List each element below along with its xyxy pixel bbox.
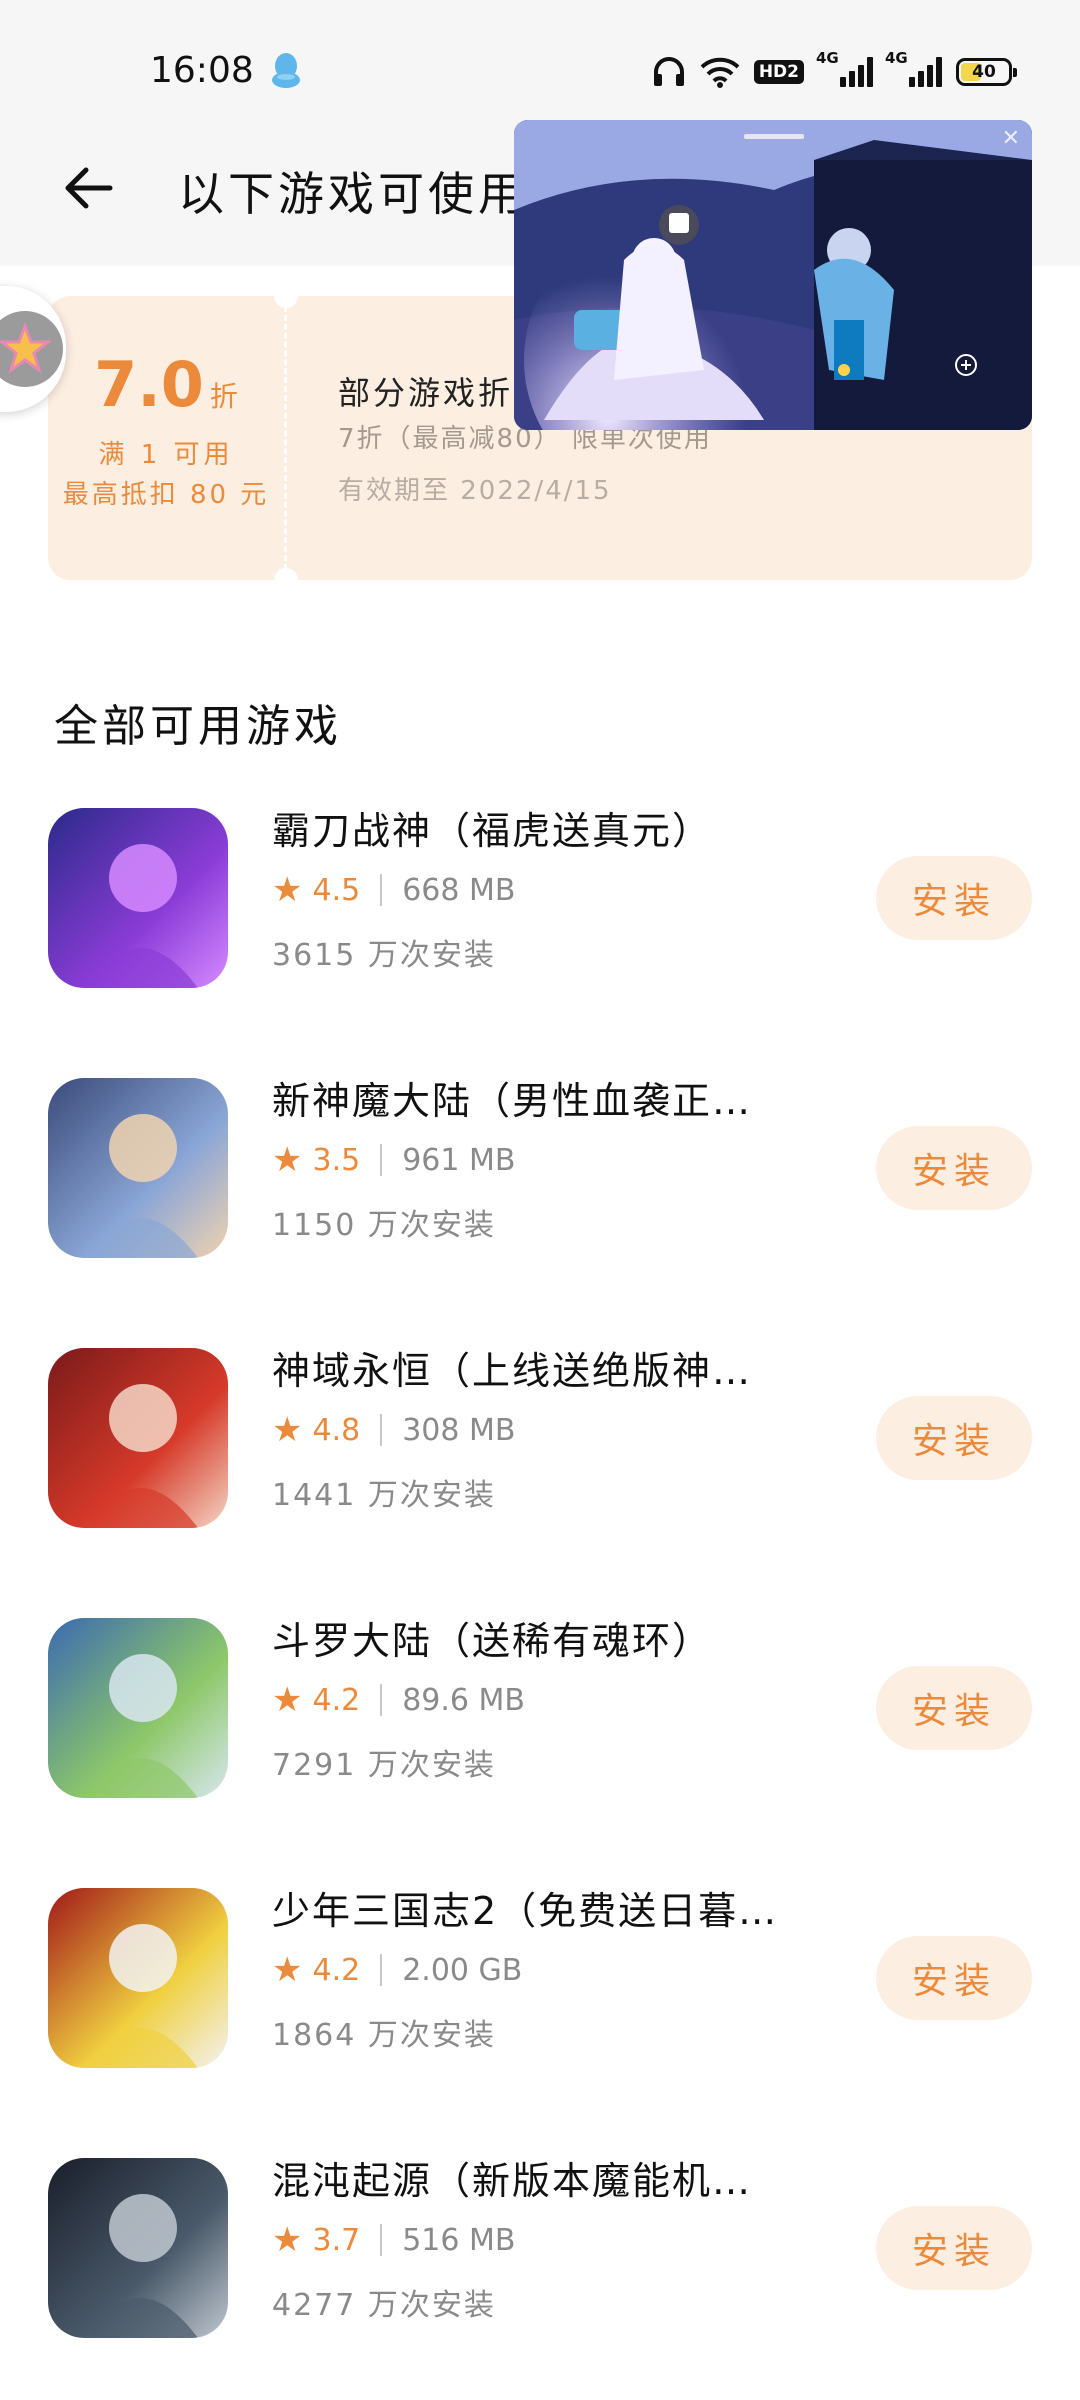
game-name[interactable]: 少年三国志2（免费送日暮… <box>272 1880 792 1935</box>
game-rating: 3.7 <box>312 2222 361 2258</box>
star-icon: ★ <box>272 1680 303 1720</box>
game-rating: 3.5 <box>312 1142 361 1178</box>
game-meta: ★ 4.5 668 MB <box>272 870 515 910</box>
game-list-item[interactable]: 斗罗大陆（送稀有魂环） ★ 4.2 89.6 MB 7291 万次安装 安装 <box>0 1610 1080 1800</box>
coupon-condition: 满 1 可用 <box>98 440 234 470</box>
meta-separator <box>380 1144 383 1176</box>
game-icon[interactable] <box>48 1078 228 1258</box>
game-meta: ★ 4.2 2.00 GB <box>272 1950 522 1990</box>
meta-separator <box>380 1414 383 1446</box>
close-icon[interactable]: ✕ <box>1002 126 1020 151</box>
install-button[interactable]: 安装 <box>876 856 1032 940</box>
install-button[interactable]: 安装 <box>876 1126 1032 1210</box>
game-install-count: 3615 万次安装 <box>272 938 496 973</box>
star-icon: ★ <box>272 2220 303 2260</box>
game-list-item[interactable]: 少年三国志2（免费送日暮… ★ 4.2 2.00 GB 1864 万次安装 安装 <box>0 1880 1080 2070</box>
game-install-count: 1150 万次安装 <box>272 1208 496 1243</box>
meta-separator <box>380 2224 383 2256</box>
star-icon: ★ <box>272 1950 303 1990</box>
game-name[interactable]: 新神魔大陆（男性血袭正… <box>272 1070 792 1125</box>
game-install-count: 1864 万次安装 <box>272 2018 496 2053</box>
game-size: 668 MB <box>402 872 516 908</box>
game-meta: ★ 3.7 516 MB <box>272 2220 515 2260</box>
game-video-frame <box>514 120 1032 430</box>
status-time: 16:08 <box>150 50 254 91</box>
signal-icon: 4G <box>885 49 942 87</box>
install-button[interactable]: 安装 <box>876 1666 1032 1750</box>
star-icon: ★ <box>272 1140 303 1180</box>
coupon-value: 7.0 折 <box>48 348 284 421</box>
game-name[interactable]: 神域永恒（上线送绝版神… <box>272 1340 792 1395</box>
game-icon[interactable] <box>48 1888 228 2068</box>
battery-level: 40 <box>972 62 996 82</box>
game-icon[interactable] <box>48 1618 228 1798</box>
game-list-item[interactable]: 混沌起源（新版本魔能机… ★ 3.7 516 MB 4277 万次安装 安装 <box>0 2150 1080 2340</box>
back-arrow-icon <box>65 167 113 209</box>
game-rating: 4.2 <box>312 1952 361 1988</box>
game-name[interactable]: 霸刀战神（福虎送真元） <box>272 800 792 855</box>
game-rating: 4.8 <box>312 1412 361 1448</box>
game-meta: ★ 3.5 961 MB <box>272 1140 515 1180</box>
signal-icon: 4G <box>816 49 873 87</box>
game-icon[interactable] <box>48 808 228 988</box>
back-button[interactable] <box>60 160 120 216</box>
coupon-notch <box>274 568 298 580</box>
game-rating: 4.5 <box>312 872 361 908</box>
coupon-value-area: 7.0 折 满 1 可用 最高抵扣 80 元 <box>48 296 284 580</box>
qq-notification-icon <box>268 50 304 90</box>
meta-separator <box>380 1954 383 1986</box>
wifi-icon <box>700 57 740 88</box>
game-meta: ★ 4.2 89.6 MB <box>272 1680 525 1720</box>
meta-separator <box>380 874 383 906</box>
star-icon: ★ <box>272 870 303 910</box>
game-size: 89.6 MB <box>402 1682 526 1718</box>
game-list-item[interactable]: 新神魔大陆（男性血袭正… ★ 3.5 961 MB 1150 万次安装 安装 <box>0 1070 1080 1260</box>
game-install-count: 7291 万次安装 <box>272 1748 496 1783</box>
page-title: 以下游戏可使用 <box>178 167 528 221</box>
game-list-item[interactable]: 神域永恒（上线送绝版神… ★ 4.8 308 MB 1441 万次安装 安装 <box>0 1340 1080 1530</box>
install-button[interactable]: 安装 <box>876 1396 1032 1480</box>
coupon-divider <box>284 306 287 570</box>
meta-separator <box>380 1684 383 1716</box>
game-meta: ★ 4.8 308 MB <box>272 1410 515 1450</box>
game-list-item[interactable]: 霸刀战神（福虎送真元） ★ 4.5 668 MB 3615 万次安装 安装 <box>0 800 1080 990</box>
game-size: 308 MB <box>402 1412 516 1448</box>
coupon-max-discount: 最高抵扣 80 元 <box>62 480 270 510</box>
section-title: 全部可用游戏 <box>54 701 342 752</box>
install-button[interactable]: 安装 <box>876 1936 1032 2020</box>
game-icon[interactable] <box>48 2158 228 2338</box>
star-icon <box>0 323 51 374</box>
coupon-discount-unit: 折 <box>209 380 238 413</box>
game-size: 961 MB <box>402 1142 516 1178</box>
signal-type-label: 4G <box>816 49 839 67</box>
hd-network-badge: HD2 <box>753 60 804 84</box>
status-icons: HD2 4G 4G 40 <box>652 49 1017 92</box>
install-button[interactable]: 安装 <box>876 2206 1032 2290</box>
floating-video-window[interactable]: ✕ <box>514 120 1032 430</box>
game-size: 516 MB <box>402 2222 516 2258</box>
battery-icon: 40 <box>956 58 1017 86</box>
game-install-count: 1441 万次安装 <box>272 1478 496 1513</box>
coupon-title: 部分游戏折 <box>338 374 514 412</box>
game-icon[interactable] <box>48 1348 228 1528</box>
game-name[interactable]: 斗罗大陆（送稀有魂环） <box>272 1610 792 1665</box>
game-install-count: 4277 万次安装 <box>272 2288 496 2323</box>
coupon-expiry: 有效期至 2022/4/15 <box>338 476 612 506</box>
headphones-icon <box>653 57 684 86</box>
game-size: 2.00 GB <box>402 1952 523 1988</box>
coupon-discount-number: 7.0 <box>94 348 204 421</box>
star-icon: ★ <box>272 1410 303 1450</box>
game-rating: 4.2 <box>312 1682 361 1718</box>
signal-type-label: 4G <box>885 49 908 67</box>
game-name[interactable]: 混沌起源（新版本魔能机… <box>272 2150 792 2205</box>
